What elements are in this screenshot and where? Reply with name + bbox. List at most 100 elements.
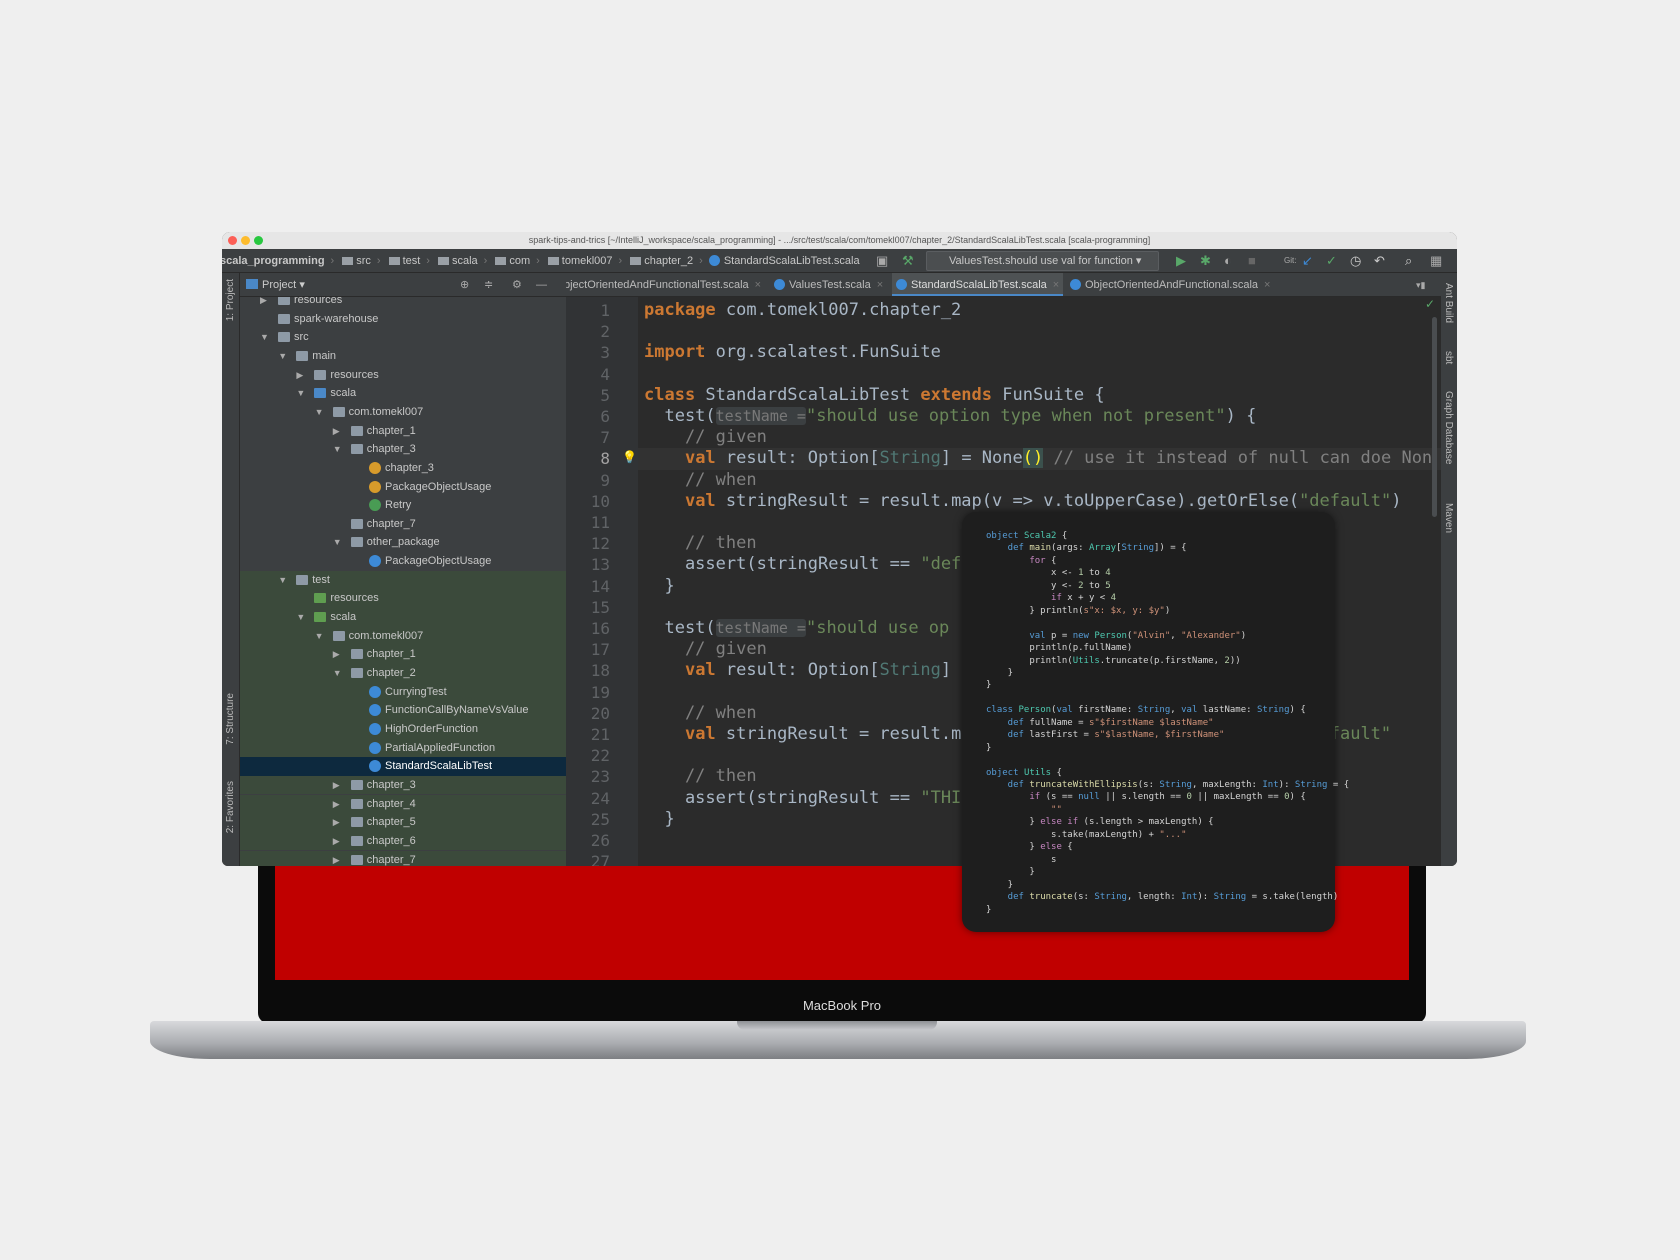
expand-right-icon[interactable]: ▶ [333,795,340,814]
tool-window-structure[interactable]: 7: Structure [225,693,236,745]
tree-item[interactable]: ▶ resources [240,366,566,385]
expand-right-icon[interactable]: ▶ [333,851,340,867]
breadcrumb-item[interactable]: chapter_2 [644,249,693,273]
tool-window-sbt[interactable]: sbt [1443,351,1454,364]
tree-item[interactable]: spark-warehouse [240,310,566,329]
hide-icon[interactable]: — [536,273,547,297]
tree-item[interactable]: Retry [240,496,566,515]
collapse-all-icon[interactable]: ≑ [484,273,493,297]
expand-right-icon[interactable]: ▶ [333,832,340,851]
tree-item[interactable]: ▶ chapter_1 [240,422,566,441]
tree-item[interactable]: ▶ chapter_3 [240,775,566,795]
tree-item[interactable]: ▼ com.tomekl007 [240,626,566,646]
tree-item[interactable]: CurryingTest [240,682,566,702]
code-token: "should use option type when not present… [805,406,1226,426]
tree-item[interactable]: PackageObjectUsage [240,478,566,497]
tree-item[interactable]: FunctionCallByNameVsValue [240,701,566,720]
breadcrumb-item[interactable]: test [403,249,421,273]
editor-scrollbar[interactable] [1432,317,1437,517]
locate-icon[interactable]: ⊕ [460,273,469,297]
layout-icon[interactable]: ▣ [876,249,888,273]
breadcrumb-item[interactable]: StandardScalaLibTest.scala [724,249,860,273]
expand-down-icon[interactable]: ▼ [278,571,287,590]
tree-item[interactable]: ▶ chapter_5 [240,813,566,832]
tool-window-project[interactable]: 1: Project [225,279,236,321]
tool-window-graph-database[interactable]: Graph Database [1443,391,1454,464]
run-configuration-select[interactable]: ValuesTest.should use val for function ▾ [926,251,1159,271]
close-tab-icon[interactable]: × [1264,279,1270,291]
close-window-button[interactable] [228,236,237,245]
tree-item[interactable]: ▼ scala [240,608,566,627]
tab-valuestest-scala[interactable]: ValuesTest.scala × [770,273,887,296]
coverage-icon[interactable]: ◐ [1224,249,1232,273]
expand-right-icon[interactable]: ▶ [333,813,340,832]
tree-item[interactable]: chapter_7 [240,515,566,534]
tab-bjectorientedandfunctionaltest-scala[interactable]: bjectOrientedAndFunctionalTest.scala × [566,273,765,296]
tab-standardscalalibtest-scala[interactable]: StandardScalaLibTest.scala × [892,273,1064,296]
expand-right-icon[interactable]: ▶ [260,297,267,310]
expand-down-icon[interactable]: ▼ [315,403,324,422]
breadcrumb-item[interactable]: com [509,249,530,273]
close-tab-icon[interactable]: × [877,279,883,291]
tree-item[interactable]: ▼ other_package [240,533,566,552]
expand-right-icon[interactable]: ▶ [333,422,340,441]
close-tab-icon[interactable]: × [755,279,761,291]
expand-down-icon[interactable]: ▼ [333,440,342,459]
run-icon[interactable]: ▶ [1176,249,1186,273]
stop-icon[interactable]: ■ [1248,249,1256,273]
tree-item[interactable]: resources [240,589,566,608]
tree-item[interactable]: ▼ com.tomekl007 [240,403,566,422]
tool-window-ant-build[interactable]: Ant Build [1443,283,1454,323]
expand-down-icon[interactable]: ▼ [333,664,342,683]
tab-objectorientedandfunctional-scala[interactable]: ObjectOrientedAndFunctional.scala × [1066,273,1274,296]
tree-item[interactable]: ▼ main [240,347,566,366]
tree-item[interactable]: ▶ chapter_6 [240,831,566,851]
gear-icon[interactable]: ⚙ [512,273,522,297]
vcs-update-icon[interactable]: ↙ [1302,249,1313,273]
tree-item[interactable]: ▶ chapter_7 [240,850,566,867]
tab-label: ObjectOrientedAndFunctional.scala [1085,279,1259,291]
tree-item[interactable]: ▼ test [240,570,566,590]
tree-item[interactable]: ▼ chapter_3 [240,440,566,459]
debug-icon[interactable]: ✱ [1200,249,1211,273]
minimize-window-button[interactable] [241,236,250,245]
breadcrumb-item[interactable]: scala [452,249,478,273]
tab-list-icon[interactable]: ▾▮ [1416,273,1425,296]
breadcrumb-item[interactable]: scala_programming [222,249,325,273]
tree-item[interactable]: StandardScalaLibTest [240,757,566,776]
expand-down-icon[interactable]: ▼ [278,347,287,366]
build-hammer-icon[interactable]: ⚒ [902,249,914,273]
expand-right-icon[interactable]: ▶ [296,366,303,385]
tree-item[interactable]: ▶ resources [240,297,566,310]
tree-item[interactable]: ▶ chapter_1 [240,645,566,664]
project-structure-icon[interactable]: ▦ [1430,249,1442,273]
expand-down-icon[interactable]: ▼ [260,328,269,347]
lightbulb-icon[interactable]: 💡 [622,450,637,464]
vcs-commit-icon[interactable]: ✓ [1326,249,1337,273]
tree-item[interactable]: ▼ chapter_2 [240,664,566,683]
expand-down-icon[interactable]: ▼ [296,384,305,403]
tree-item[interactable]: chapter_3 [240,459,566,478]
tree-item[interactable]: ▼ src [240,328,566,347]
history-icon[interactable]: ◷ [1350,249,1361,273]
tree-item[interactable]: PackageObjectUsage [240,552,566,571]
tab-label: StandardScalaLibTest.scala [911,279,1047,291]
tree-item[interactable]: HighOrderFunction [240,719,566,739]
tree-item[interactable]: PartialAppliedFunction [240,738,566,758]
tool-window-maven[interactable]: Maven [1443,503,1454,533]
expand-down-icon[interactable]: ▼ [333,533,342,552]
expand-down-icon[interactable]: ▼ [296,608,305,627]
tool-window-favorites[interactable]: 2: Favorites [225,781,236,833]
breadcrumb-item[interactable]: tomekl007 [562,249,613,273]
expand-right-icon[interactable]: ▶ [333,776,340,795]
project-view-select[interactable]: Project [262,279,296,291]
close-tab-icon[interactable]: × [1053,279,1059,291]
tree-item[interactable]: ▼ scala [240,384,566,403]
search-icon[interactable]: ⌕ [1405,249,1412,273]
tree-item[interactable]: ▶ chapter_4 [240,794,566,814]
breadcrumb-item[interactable]: src [356,249,371,273]
expand-down-icon[interactable]: ▼ [315,627,324,646]
expand-right-icon[interactable]: ▶ [333,645,340,664]
zoom-window-button[interactable] [254,236,263,245]
revert-icon[interactable]: ↶ [1374,249,1385,273]
